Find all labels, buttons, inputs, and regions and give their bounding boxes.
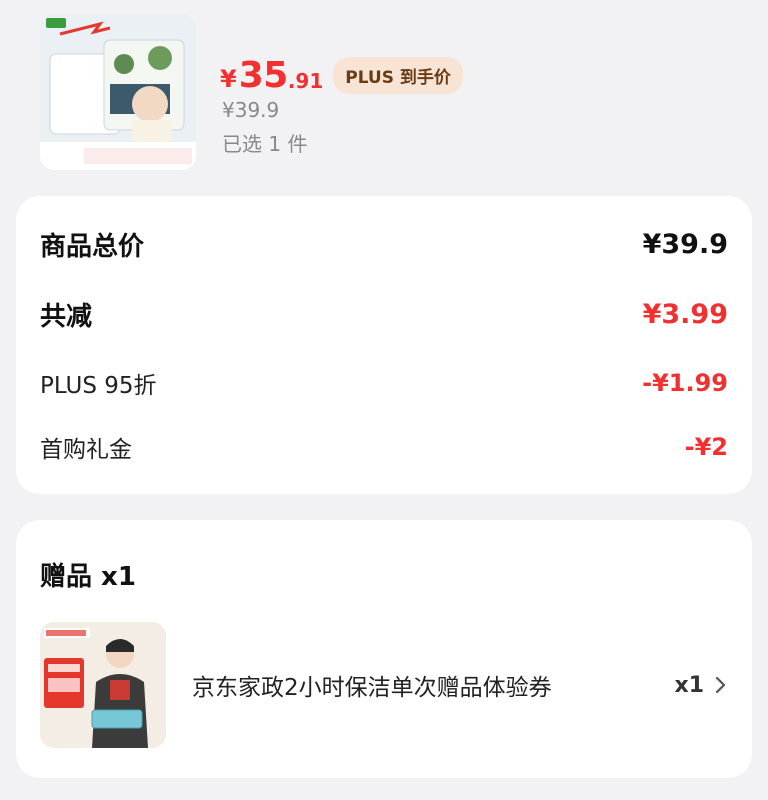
cleaning-service-image — [40, 622, 166, 748]
price-integer: 35 — [238, 54, 289, 96]
row-plus-discount: PLUS 95折 -¥1.99 — [40, 366, 728, 400]
row-discount-total: 共减 ¥3.99 — [40, 296, 728, 333]
original-price: ¥39.9 — [222, 98, 280, 122]
product-thumbnail[interactable] — [40, 14, 196, 170]
selected-count: 已选 1 件 — [222, 132, 308, 156]
discount-value: ¥3.99 — [642, 299, 728, 330]
gift-title: 赠品 x1 — [40, 562, 136, 592]
total-value: ¥39.9 — [642, 229, 728, 260]
row-total: 商品总价 ¥39.9 — [40, 226, 728, 263]
row-first-purchase: 首购礼金 -¥2 — [40, 430, 728, 464]
chevron-right-icon[interactable] — [714, 675, 728, 695]
gift-item[interactable]: 京东家政2小时保洁单次赠品体验券 x1 — [40, 620, 728, 750]
gift-name: 京东家政2小时保洁单次赠品体验券 — [192, 675, 552, 701]
price-row: ¥ 35 .91 PLUS 到手价 — [220, 50, 463, 100]
total-label: 商品总价 — [40, 232, 145, 262]
gift-card: 赠品 x1 京东家政2小时保洁单次赠品体验券 x1 — [16, 520, 752, 778]
discount-label: 共减 — [40, 302, 93, 332]
plus-discount-label: PLUS 95折 — [40, 373, 157, 399]
price-breakdown-card: 商品总价 ¥39.9 共减 ¥3.99 PLUS 95折 -¥1.99 首购礼金… — [16, 196, 752, 494]
price-decimal: .91 — [287, 69, 324, 93]
first-purchase-label: 首购礼金 — [40, 437, 132, 463]
product-summary: ¥ 35 .91 PLUS 到手价 ¥39.9 已选 1 件 — [40, 14, 730, 174]
gift-thumbnail[interactable] — [40, 622, 166, 748]
plus-discount-value: -¥1.99 — [642, 369, 728, 397]
tissue-product-image — [40, 14, 196, 170]
price-currency: ¥ — [220, 65, 237, 93]
first-purchase-value: -¥2 — [684, 433, 728, 461]
gift-quantity: x1 — [674, 672, 705, 698]
plus-price-badge: PLUS 到手价 — [333, 56, 463, 94]
